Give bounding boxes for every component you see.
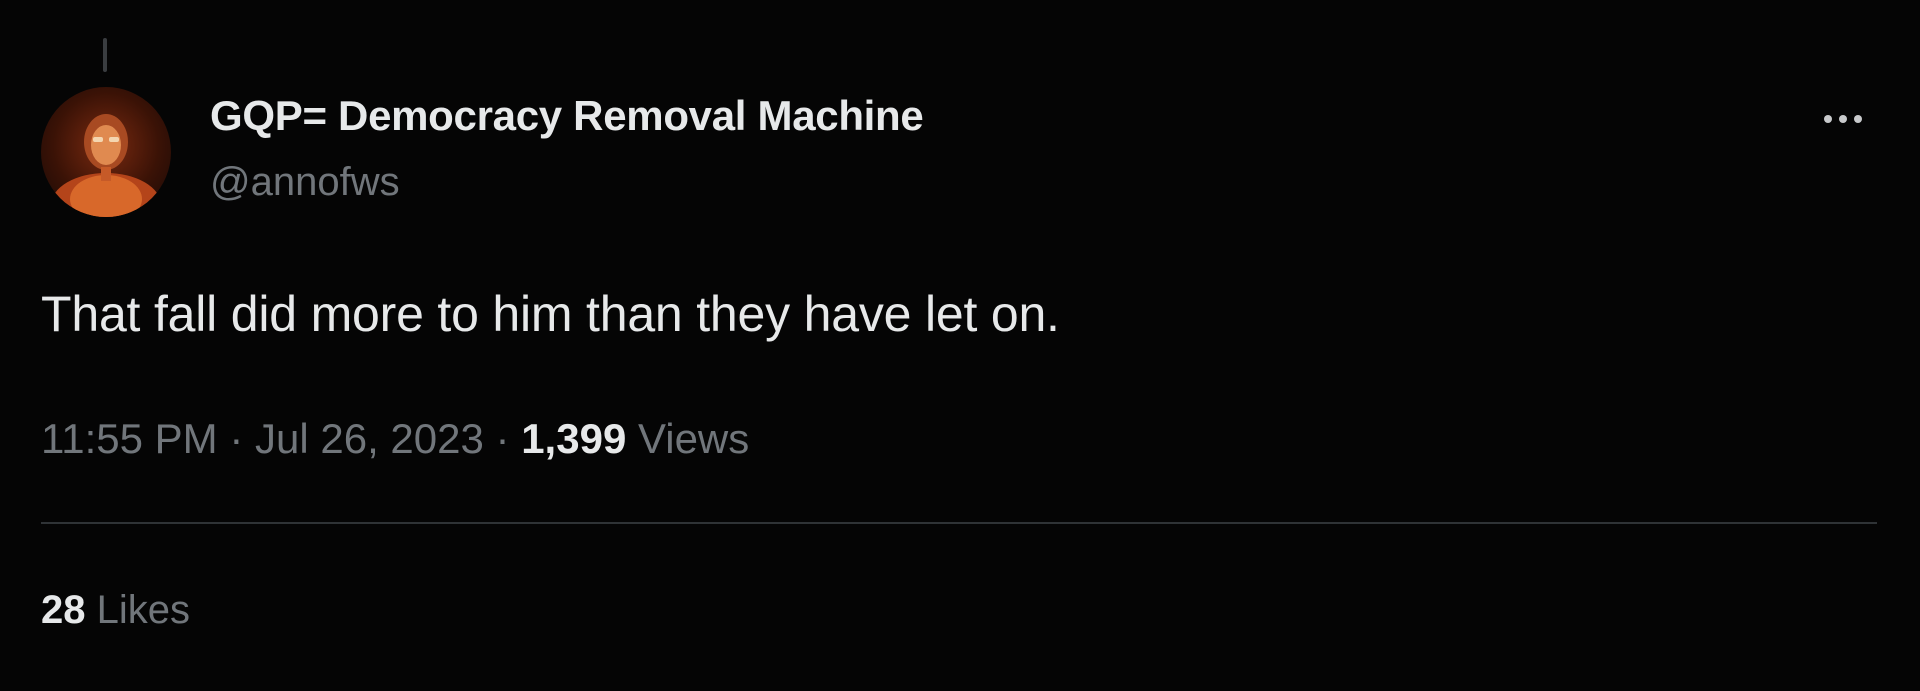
thread-connector-line xyxy=(103,38,107,72)
ellipsis-icon xyxy=(1824,115,1832,123)
views-count[interactable]: 1,399 xyxy=(521,415,626,462)
tweet-metadata: 11:55 PM · Jul 26, 2023 · 1,399 Views xyxy=(41,415,749,463)
avatar[interactable] xyxy=(41,87,171,217)
tweet-text: That fall did more to him than they have… xyxy=(41,286,1060,342)
tweet-time[interactable]: 11:55 PM xyxy=(41,415,218,462)
likes-label: Likes xyxy=(96,588,191,632)
tweet-date[interactable]: Jul 26, 2023 xyxy=(255,415,484,462)
likes-stat[interactable]: 28 Likes xyxy=(41,588,190,633)
more-options-button[interactable] xyxy=(1815,104,1871,134)
avatar-image xyxy=(51,114,161,217)
ellipsis-icon xyxy=(1839,115,1847,123)
likes-count: 28 xyxy=(41,588,86,632)
meta-separator: · xyxy=(495,415,510,462)
author-display-name[interactable]: GQP= Democracy Removal Machine xyxy=(210,92,924,140)
divider xyxy=(41,522,1877,524)
ellipsis-icon xyxy=(1854,115,1862,123)
views-label[interactable]: Views xyxy=(638,415,749,462)
author-handle[interactable]: @annofws xyxy=(210,160,400,205)
meta-separator: · xyxy=(229,415,244,462)
